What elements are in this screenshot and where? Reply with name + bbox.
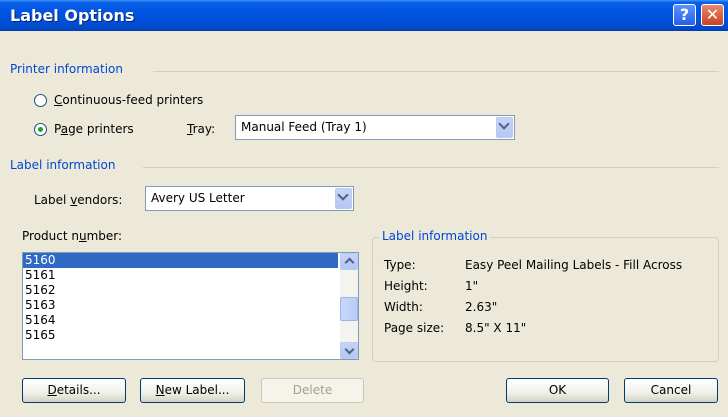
page-size-label: Page size: <box>384 321 445 335</box>
close-icon: ✕ <box>705 5 720 24</box>
label-info-divider <box>143 167 719 168</box>
list-item[interactable]: 5165 <box>23 328 338 343</box>
width-label: Width: <box>384 300 423 314</box>
new-label-button[interactable]: New Label... <box>140 378 245 403</box>
tray-label: Tray: <box>187 122 216 136</box>
product-number-list[interactable]: 5160 5161 5162 5163 5164 5165 <box>22 252 359 360</box>
label-vendors-label: Label vendors: <box>34 193 123 207</box>
tray-select-value: Manual Feed (Tray 1) <box>241 120 367 134</box>
product-number-label: Product number: <box>22 229 123 243</box>
list-item[interactable]: 5161 <box>23 268 338 283</box>
printer-info-divider <box>153 71 719 72</box>
list-item[interactable]: 5164 <box>23 313 338 328</box>
width-value: 2.63" <box>465 300 498 314</box>
chevron-down-icon[interactable] <box>496 117 513 138</box>
list-item[interactable]: 5160 <box>23 253 338 268</box>
label-vendors-select[interactable]: Avery US Letter <box>145 186 354 211</box>
window-title: Label Options <box>10 6 135 25</box>
help-button[interactable]: ? <box>673 4 696 26</box>
delete-button[interactable]: Delete <box>261 378 364 403</box>
list-item[interactable]: 5163 <box>23 298 338 313</box>
printer-info-header: Printer information <box>10 62 123 76</box>
continuous-feed-label: Continuous-feed printers <box>54 93 204 107</box>
radio-selected-dot <box>38 127 43 132</box>
label-details-title: Label information <box>379 229 491 243</box>
scroll-down-button[interactable] <box>340 342 358 359</box>
label-details-group <box>372 237 719 362</box>
continuous-feed-radio-circle[interactable] <box>34 94 47 107</box>
page-printers-label: Page printers <box>54 122 134 136</box>
label-vendors-value: Avery US Letter <box>151 191 245 205</box>
details-button[interactable]: Details... <box>22 378 126 403</box>
close-button[interactable]: ✕ <box>701 4 724 26</box>
tray-select[interactable]: Manual Feed (Tray 1) <box>235 115 515 140</box>
chevron-down-icon[interactable] <box>335 188 352 209</box>
label-info-header: Label information <box>10 158 116 172</box>
page-size-value: 8.5" X 11" <box>465 321 527 335</box>
page-printers-radio-circle[interactable] <box>34 123 47 136</box>
help-icon: ? <box>679 5 690 24</box>
height-value: 1" <box>465 279 479 293</box>
scroll-thumb[interactable] <box>340 297 358 321</box>
scroll-up-button[interactable] <box>340 253 358 270</box>
type-label: Type: <box>384 258 416 272</box>
list-scrollbar[interactable] <box>340 253 358 359</box>
cancel-button[interactable]: Cancel <box>624 378 718 403</box>
continuous-feed-radio[interactable]: Continuous-feed printers <box>34 93 234 109</box>
type-value: Easy Peel Mailing Labels - Fill Across <box>465 258 683 272</box>
list-item[interactable]: 5162 <box>23 283 338 298</box>
ok-button[interactable]: OK <box>506 378 609 403</box>
page-printers-radio[interactable]: Page printers <box>34 122 164 138</box>
height-label: Height: <box>384 279 428 293</box>
